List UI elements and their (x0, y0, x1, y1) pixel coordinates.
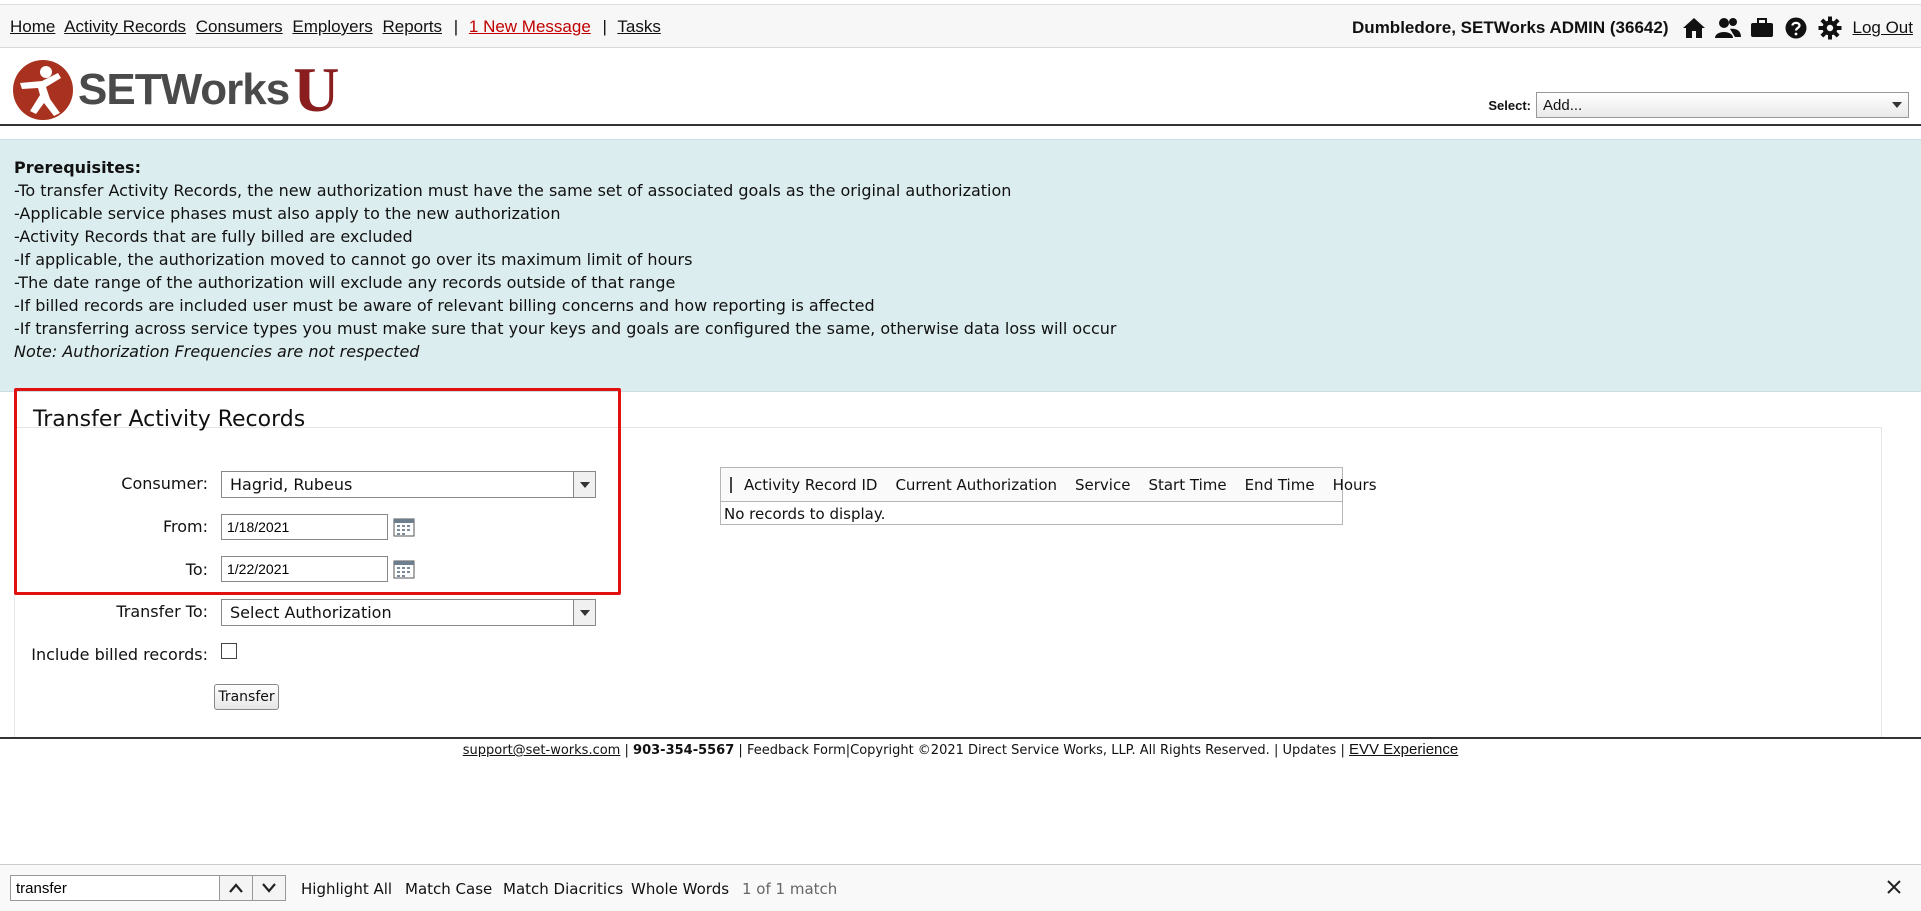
nav-tasks-link[interactable]: Tasks (617, 17, 660, 36)
main-nav: Home Activity Records Consumers Employer… (10, 17, 666, 37)
footer-separator: | (738, 743, 743, 758)
column-header[interactable]: Current Authorization (886, 476, 1066, 494)
prereq-note: Note: Authorization Frequencies are not … (14, 342, 420, 361)
nav-consumers-link[interactable]: Consumers (196, 17, 283, 36)
find-next-button[interactable] (252, 875, 286, 901)
transfer-to-value: Select Authorization (230, 603, 392, 622)
select-label: Select: (1488, 97, 1531, 113)
top-nav-bar: Home Activity Records Consumers Employer… (0, 4, 1921, 48)
whole-words-toggle[interactable]: Whole Words (631, 880, 729, 898)
new-message-link[interactable]: 1 New Message (469, 17, 591, 36)
footer-copyright: Copyright ©2021 Direct Service Works, LL… (850, 743, 1270, 758)
form-title: Transfer Activity Records (33, 407, 306, 432)
prereq-item: -Applicable service phases must also app… (14, 204, 561, 223)
footer-divider (0, 737, 1921, 739)
include-billed-checkbox[interactable] (221, 643, 237, 659)
grid-header: Activity Record ID Current Authorization… (721, 468, 1377, 502)
consumer-select[interactable]: Hagrid, Rubeus (221, 471, 596, 498)
column-header[interactable]: Hours (1324, 476, 1386, 494)
prereq-item: -If billed records are included user mus… (14, 296, 875, 315)
column-header[interactable]: End Time (1236, 476, 1324, 494)
nav-reports-link[interactable]: Reports (382, 17, 442, 36)
from-date-input[interactable] (221, 514, 388, 540)
column-header[interactable]: Activity Record ID (735, 476, 886, 494)
updates-link[interactable]: Updates (1282, 743, 1336, 758)
calendar-icon[interactable] (393, 559, 415, 579)
chevron-down-icon[interactable] (573, 600, 595, 625)
user-name: Dumbledore, SETWorks ADMIN (36642) (1352, 18, 1669, 37)
support-email-link[interactable]: support@set-works.com (463, 743, 621, 758)
match-diacritics-toggle[interactable]: Match Diacritics (503, 880, 623, 898)
footer-separator: | (1273, 743, 1279, 758)
help-icon[interactable] (1783, 15, 1809, 41)
transfer-to-select[interactable]: Select Authorization (221, 599, 596, 626)
column-header[interactable]: Start Time (1139, 476, 1235, 494)
nav-employers-link[interactable]: Employers (292, 17, 372, 36)
footer-separator: | (624, 743, 629, 758)
nav-activity-records-link[interactable]: Activity Records (64, 17, 186, 36)
logo-u: U (293, 54, 340, 125)
chevron-up-icon (229, 883, 243, 893)
column-header[interactable]: Service (1066, 476, 1139, 494)
find-result-count: 1 of 1 match (742, 880, 838, 898)
prereq-item: -To transfer Activity Records, the new a… (14, 181, 1012, 200)
consumer-label: Consumer: (121, 474, 208, 493)
chevron-down-icon (262, 883, 276, 893)
logo-figure-icon (13, 60, 73, 120)
feedback-form-link[interactable]: Feedback Form (747, 743, 846, 758)
find-input[interactable] (10, 875, 220, 901)
quick-add-select[interactable]: Add... (1536, 92, 1909, 118)
chevron-down-icon (1892, 102, 1902, 108)
highlight-all-toggle[interactable]: Highlight All (301, 880, 392, 898)
find-previous-button[interactable] (219, 875, 253, 901)
prereq-item: -The date range of the authorization wil… (14, 273, 676, 292)
footer: support@set-works.com | 903-354-5567 | F… (0, 740, 1921, 758)
prereq-item: -Activity Records that are fully billed … (14, 227, 413, 246)
activity-records-grid: Activity Record ID Current Authorization… (720, 467, 1377, 525)
users-icon[interactable] (1714, 15, 1741, 41)
prerequisites-title: Prerequisites: (14, 158, 141, 177)
briefcase-icon[interactable] (1749, 15, 1775, 41)
home-icon[interactable] (1681, 15, 1707, 41)
prereq-item: -If transferring across service types yo… (14, 319, 1117, 338)
quick-add-select-group: Select: Add... (1488, 92, 1909, 118)
gear-icon[interactable] (1817, 15, 1843, 41)
close-icon[interactable] (1883, 876, 1905, 898)
logout-link[interactable]: Log Out (1853, 18, 1914, 38)
user-area: Dumbledore, SETWorks ADMIN (36642) Log O… (1352, 15, 1913, 41)
logo-text: SETWorks (78, 65, 290, 114)
grid-empty-message: No records to display. (724, 505, 886, 523)
app-header: SETWorks U Select: Add... (0, 48, 1921, 126)
to-label: To: (185, 560, 208, 579)
nav-separator: | (453, 17, 459, 36)
prerequisites-box: Prerequisites: -To transfer Activity Rec… (0, 139, 1921, 392)
from-label: From: (162, 517, 208, 536)
include-billed-label: Include billed records: (31, 645, 208, 664)
select-all-checkbox[interactable] (730, 476, 732, 493)
to-date-input[interactable] (221, 556, 388, 582)
footer-phone: 903-354-5567 (633, 743, 735, 758)
transfer-button[interactable]: Transfer (214, 684, 279, 710)
nav-separator: | (602, 17, 607, 36)
evv-experience-link[interactable]: EVV Experience (1349, 741, 1458, 758)
quick-add-value: Add... (1543, 97, 1583, 114)
setworks-logo[interactable]: SETWorks U (12, 58, 339, 122)
consumer-value: Hagrid, Rubeus (230, 475, 353, 494)
footer-separator: | (1340, 743, 1345, 758)
nav-home-link[interactable]: Home (10, 17, 55, 36)
calendar-icon[interactable] (393, 517, 415, 537)
transfer-to-label: Transfer To: (116, 602, 208, 621)
match-case-toggle[interactable]: Match Case (405, 880, 492, 898)
prereq-item: -If applicable, the authorization moved … (14, 250, 693, 269)
find-bar: Highlight All Match Case Match Diacritic… (0, 864, 1921, 911)
chevron-down-icon[interactable] (573, 472, 595, 497)
